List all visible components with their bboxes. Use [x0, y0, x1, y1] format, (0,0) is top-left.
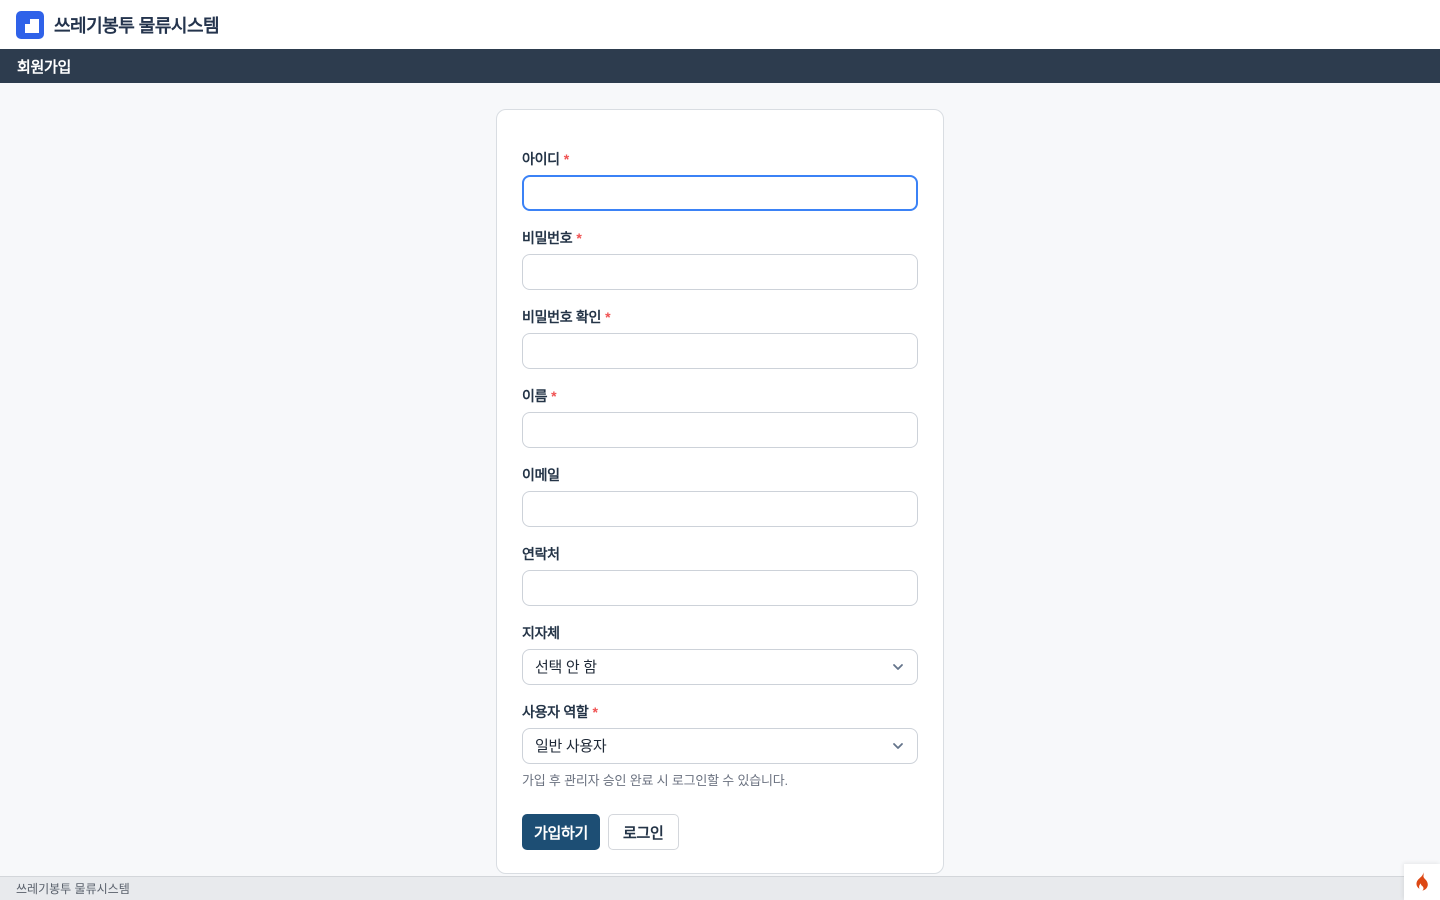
role-select-wrap: 일반 사용자	[522, 728, 918, 764]
signup-button[interactable]: 가입하기	[522, 814, 600, 850]
password-input[interactable]	[522, 254, 918, 290]
approval-help-text: 가입 후 관리자 승인 완료 시 로그인할 수 있습니다.	[522, 770, 918, 789]
form-group-role: 사용자 역할* 일반 사용자 가입 후 관리자 승인 완료 시 로그인할 수 있…	[522, 704, 918, 789]
main-content: 아이디* 비밀번호* 비밀번호 확인* 이름* 이메일	[0, 109, 1440, 900]
app-header: 쓰레기봉투 물류시스템	[0, 0, 1440, 49]
contact-input[interactable]	[522, 570, 918, 606]
email-input[interactable]	[522, 491, 918, 527]
app-logo-icon	[16, 11, 44, 39]
flame-icon	[1412, 871, 1432, 893]
required-asterisk: *	[551, 388, 556, 404]
userid-label: 아이디*	[522, 151, 918, 168]
page-title: 회원가입	[17, 56, 71, 77]
form-group-email: 이메일	[522, 467, 918, 527]
form-group-municipality: 지자체 선택 안 함	[522, 625, 918, 685]
form-group-password-confirm: 비밀번호 확인*	[522, 309, 918, 369]
email-label: 이메일	[522, 467, 918, 484]
page-footer: 쓰레기봉투 물류시스템	[0, 876, 1440, 900]
required-asterisk: *	[564, 151, 569, 167]
role-label: 사용자 역할*	[522, 704, 918, 721]
municipality-select-wrap: 선택 안 함	[522, 649, 918, 685]
role-select[interactable]: 일반 사용자	[522, 728, 918, 764]
password-confirm-label: 비밀번호 확인*	[522, 309, 918, 326]
userid-input[interactable]	[522, 175, 918, 211]
signup-form-card: 아이디* 비밀번호* 비밀번호 확인* 이름* 이메일	[496, 109, 944, 874]
contact-label: 연락처	[522, 546, 918, 563]
footer-text: 쓰레기봉투 물류시스템	[16, 880, 130, 897]
password-confirm-input[interactable]	[522, 333, 918, 369]
debug-toolbar-toggle[interactable]	[1404, 864, 1440, 900]
name-label: 이름*	[522, 388, 918, 405]
municipality-label: 지자체	[522, 625, 918, 642]
required-asterisk: *	[576, 230, 581, 246]
login-button[interactable]: 로그인	[608, 814, 679, 850]
page-title-bar: 회원가입	[0, 49, 1440, 83]
app-title: 쓰레기봉투 물류시스템	[54, 12, 219, 38]
password-label: 비밀번호*	[522, 230, 918, 247]
required-asterisk: *	[605, 309, 610, 325]
form-group-userid: 아이디*	[522, 151, 918, 211]
required-asterisk: *	[593, 704, 598, 720]
municipality-select[interactable]: 선택 안 함	[522, 649, 918, 685]
name-input[interactable]	[522, 412, 918, 448]
form-group-password: 비밀번호*	[522, 230, 918, 290]
form-group-contact: 연락처	[522, 546, 918, 606]
button-row: 가입하기 로그인	[522, 814, 918, 850]
form-group-name: 이름*	[522, 388, 918, 448]
